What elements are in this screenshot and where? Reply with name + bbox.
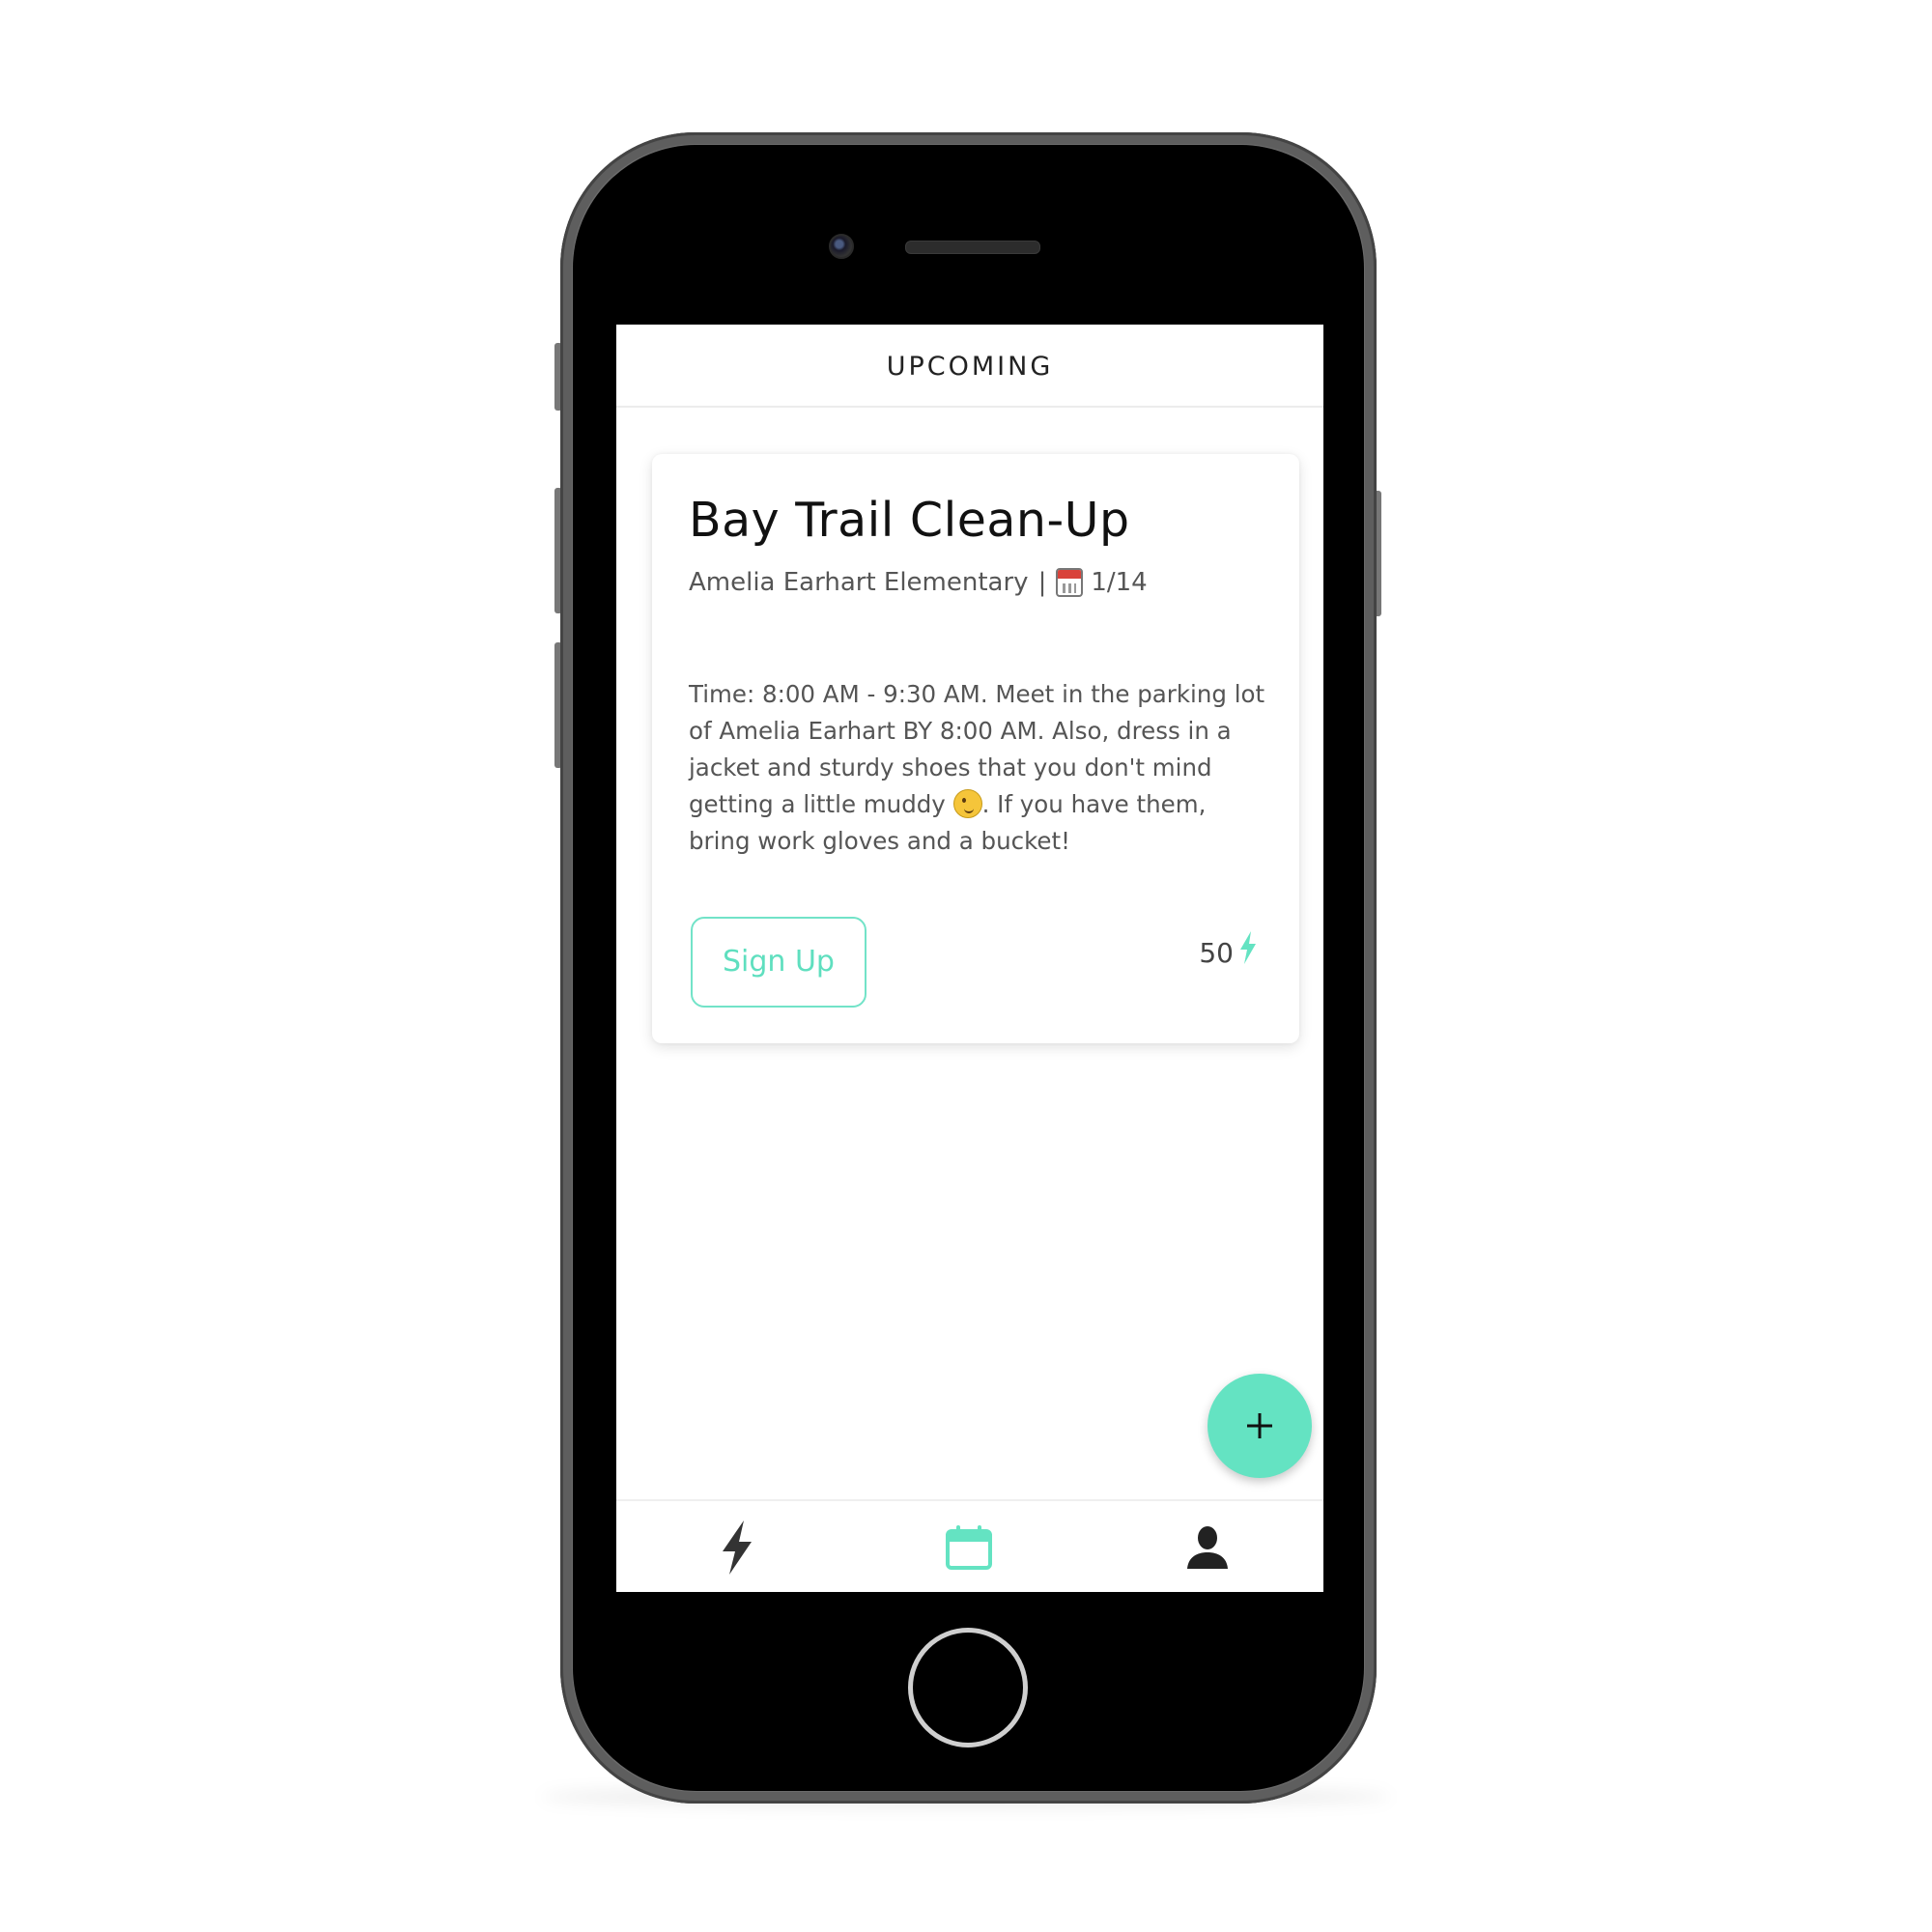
page-title: UPCOMING xyxy=(886,352,1054,382)
stage: UPCOMING Bay Trail Clean-Up Amelia Earha… xyxy=(0,0,1932,1932)
calendar-emoji-icon xyxy=(1056,568,1084,597)
plus-icon xyxy=(1247,1413,1272,1438)
event-meta: Amelia Earhart Elementary | 1/14 xyxy=(689,568,1148,597)
event-date: 1/14 xyxy=(1091,568,1148,597)
event-title: Bay Trail Clean-Up xyxy=(689,493,1130,548)
lightning-bolt-icon xyxy=(1240,930,1256,964)
front-camera xyxy=(829,234,854,259)
event-organizer: Amelia Earhart Elementary xyxy=(689,568,1029,597)
event-card[interactable]: Bay Trail Clean-Up Amelia Earhart Elemen… xyxy=(652,454,1299,1043)
app-screen: UPCOMING Bay Trail Clean-Up Amelia Earha… xyxy=(616,325,1323,1592)
lightning-bolt-icon xyxy=(723,1520,752,1575)
points-value: 50 xyxy=(1199,937,1234,969)
calendar-icon xyxy=(946,1525,992,1570)
event-description: Time: 8:00 AM - 9:30 AM. Meet in the par… xyxy=(689,676,1268,860)
winking-face-emoji-icon xyxy=(952,789,982,818)
bottom-tab-bar xyxy=(616,1499,1323,1592)
earpiece-speaker xyxy=(905,241,1040,254)
tab-profile[interactable] xyxy=(1174,1519,1241,1577)
home-button[interactable] xyxy=(908,1628,1028,1747)
meta-separator: | xyxy=(1037,568,1047,597)
tab-activity[interactable] xyxy=(703,1519,771,1577)
event-points: 50 xyxy=(1199,930,1257,969)
user-icon xyxy=(1187,1526,1228,1569)
sign-up-button[interactable]: Sign Up xyxy=(691,917,867,1008)
app-header: UPCOMING xyxy=(616,325,1323,408)
tab-calendar[interactable] xyxy=(935,1519,1003,1577)
add-event-button[interactable] xyxy=(1208,1374,1312,1478)
